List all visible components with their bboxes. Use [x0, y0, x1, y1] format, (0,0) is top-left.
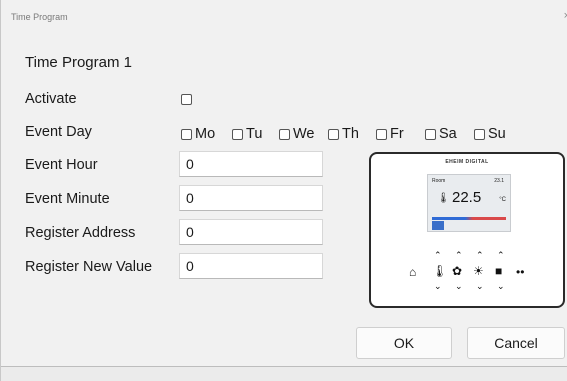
screen-unit: °C	[499, 197, 506, 203]
cancel-button[interactable]: Cancel	[467, 327, 565, 359]
chevron-up-icon: ⌃	[476, 250, 484, 260]
status-bar	[1, 366, 567, 381]
sun-icon: ☀	[473, 264, 484, 278]
title-bar: Time Program ×	[1, 0, 567, 32]
activate-label: Activate	[25, 91, 77, 107]
day-th-label: Th	[342, 126, 359, 142]
page-title: Time Program 1	[25, 54, 132, 71]
event-minute-label: Event Minute	[25, 191, 110, 207]
thermometer-small-icon: 🌡︎	[437, 193, 450, 204]
home-icon: ⌂	[409, 265, 417, 279]
day-tu[interactable]: Tu	[232, 126, 262, 142]
event-hour-input[interactable]: 0	[179, 151, 323, 177]
chevron-down-icon: ⌄	[497, 281, 505, 291]
day-su-checkbox[interactable]	[474, 128, 485, 140]
screen-room-label: Room	[432, 178, 446, 184]
register-address-input[interactable]: 0	[179, 219, 323, 245]
chevron-up-icon: ⌃	[434, 250, 442, 260]
device-preview: EHEIM DIGITAL Room 23.1 🌡︎ 22.5 °C ⌃ ⌃ ⌃…	[369, 152, 565, 308]
register-new-value-label: Register New Value	[25, 259, 153, 275]
day-su[interactable]: Su	[474, 126, 506, 142]
event-hour-label: Event Hour	[25, 157, 98, 173]
day-tu-checkbox[interactable]	[232, 128, 243, 140]
day-fr-checkbox[interactable]	[376, 128, 387, 140]
chevron-down-icon: ⌄	[476, 281, 484, 291]
screen-indicator-block	[432, 221, 444, 230]
day-sa-checkbox[interactable]	[425, 128, 436, 140]
day-we[interactable]: We	[279, 126, 315, 142]
day-fr-label: Fr	[390, 126, 404, 142]
chevron-up-icon: ⌃	[497, 250, 505, 260]
register-address-label: Register Address	[25, 225, 136, 241]
thermometer-icon: 🌡︎	[432, 264, 448, 278]
day-sa[interactable]: Sa	[425, 126, 457, 142]
activate-checkbox[interactable]	[181, 94, 192, 105]
day-fr[interactable]: Fr	[376, 126, 404, 142]
event-minute-input[interactable]: 0	[179, 185, 323, 211]
chevron-down-icon: ⌄	[455, 281, 463, 291]
event-day-label: Event Day	[25, 124, 92, 140]
device-brand: EHEIM DIGITAL	[445, 159, 489, 165]
register-new-value-input[interactable]: 0	[179, 253, 323, 279]
window-title: Time Program	[11, 12, 68, 22]
day-mo-checkbox[interactable]	[181, 128, 192, 140]
device-screen: Room 23.1 🌡︎ 22.5 °C	[427, 174, 511, 232]
day-mo[interactable]: Mo	[181, 126, 215, 142]
day-th-checkbox[interactable]	[328, 128, 339, 140]
chevron-down-icon: ⌄	[434, 281, 442, 291]
screen-current-temp: 23.1	[494, 178, 504, 184]
day-sa-label: Sa	[439, 126, 457, 142]
fan-icon: ✿	[452, 264, 463, 278]
day-th[interactable]: Th	[328, 126, 359, 142]
screen-setpoint: 22.5	[452, 189, 482, 206]
chevron-up-icon: ⌃	[455, 250, 463, 260]
day-tu-label: Tu	[246, 126, 263, 142]
radio-wave-icon: ••	[516, 265, 525, 279]
day-mo-label: Mo	[195, 126, 216, 142]
day-su-label: Su	[488, 126, 506, 142]
ok-button[interactable]: OK	[356, 327, 452, 359]
time-program-window: Time Program × Time Program 1 Activate E…	[0, 0, 567, 381]
day-we-checkbox[interactable]	[279, 128, 290, 140]
screen-temperature-bar	[432, 217, 506, 220]
square-icon: ■	[495, 264, 503, 278]
day-we-label: We	[293, 126, 315, 142]
close-icon[interactable]: ×	[564, 10, 567, 22]
